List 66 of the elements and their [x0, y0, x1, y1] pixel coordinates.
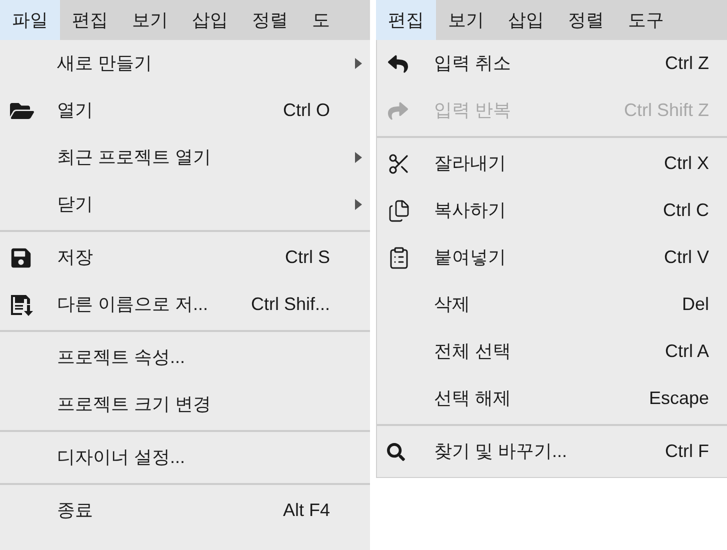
menu-item-label: 디자이너 설정... [57, 446, 186, 469]
menu-item-label: 종료 [57, 499, 93, 522]
redo-icon [387, 100, 409, 120]
menu-item[interactable]: 삭제 Del [377, 281, 727, 328]
menu-bar-item[interactable]: 보기 [120, 0, 180, 40]
menu-item-label: 저장 [57, 246, 93, 269]
menu-item-label: 최근 프로젝트 열기 [57, 146, 212, 169]
menu-item-label: 닫기 [57, 193, 93, 216]
shortcut-label: Del [682, 293, 709, 316]
menu-item[interactable]: 프로젝트 크기 변경 [0, 381, 370, 428]
menu-item[interactable]: 다른 이름으로 저... Ctrl Shif... [0, 281, 370, 328]
shortcut-label: Ctrl Shift Z [624, 99, 709, 122]
shortcut-label: Ctrl F [665, 440, 709, 463]
menu-item-label: 복사하기 [434, 199, 506, 222]
menu-item[interactable]: 종료 Alt F4 [0, 487, 370, 534]
menu-bar-item[interactable]: 도구 [616, 0, 676, 40]
menu-item-label: 선택 해제 [434, 387, 512, 410]
menu-item[interactable]: 저장 Ctrl S [0, 234, 370, 281]
shortcut-label: Ctrl V [664, 246, 709, 269]
menu-item-label: 잘라내기 [434, 152, 506, 175]
shortcut-label: Ctrl A [664, 340, 709, 363]
shortcut-label: Ctrl Z [665, 52, 709, 75]
undo-icon [387, 54, 409, 74]
menu-bar-item[interactable]: 보기 [436, 0, 496, 40]
shortcut-label: Ctrl Shif... [250, 293, 330, 316]
shortcut-label: Ctrl C [663, 199, 709, 222]
menu-item[interactable]: 열기 Ctrl O [0, 87, 370, 134]
shortcut-label: Ctrl X [664, 152, 709, 175]
menu-bar-item[interactable]: 삽입 [180, 0, 240, 40]
menu-bar-item[interactable]: 삽입 [496, 0, 556, 40]
shortcut-label: Alt F4 [282, 499, 330, 522]
menu-item[interactable]: 디자이너 설정... [0, 434, 370, 481]
menu-item[interactable]: 복사하기 Ctrl C [377, 187, 727, 234]
menu-bar-item[interactable]: 도 [300, 0, 342, 40]
menu-item[interactable]: 입력 취소 Ctrl Z [377, 40, 727, 87]
menu-item-label: 찾기 및 바꾸기... [434, 440, 568, 463]
menu-item-label: 다른 이름으로 저... [57, 293, 208, 316]
shortcut-label: Escape [648, 387, 709, 410]
shortcut-label: Ctrl S [285, 246, 330, 269]
menu-item[interactable]: 선택 해제 Escape [377, 375, 727, 422]
menu-item-label: 프로젝트 크기 변경 [57, 393, 212, 416]
shortcut-label: Ctrl O [283, 99, 330, 122]
menu-item[interactable]: 새로 만들기 [0, 40, 370, 87]
menu-item[interactable]: 붙여넣기 Ctrl V [377, 234, 727, 281]
menu-bar-item[interactable]: 편집 [376, 0, 436, 40]
menu-bar-item[interactable]: 정렬 [240, 0, 300, 40]
menu-item[interactable]: 찾기 및 바꾸기... Ctrl F [377, 428, 727, 475]
menu-item[interactable]: 닫기 [0, 181, 370, 228]
menu-item-label: 새로 만들기 [57, 52, 152, 75]
menu-item[interactable]: 전체 선택 Ctrl A [377, 328, 727, 375]
menu-item-label: 입력 반복 [434, 99, 512, 122]
menu-item[interactable]: 최근 프로젝트 열기 [0, 134, 370, 181]
menu-item[interactable]: 잘라내기 Ctrl X [377, 140, 727, 187]
copy-icon [387, 198, 411, 222]
menu-item-label: 삭제 [434, 293, 470, 316]
menu-bar-item[interactable]: 편집 [60, 0, 120, 40]
menu-item-label: 전체 선택 [434, 340, 512, 363]
search-icon [387, 442, 405, 460]
menu-item-label: 입력 취소 [434, 52, 512, 75]
menu-item-label: 프로젝트 속성... [57, 346, 186, 369]
floppy-disk-arrow-icon [10, 294, 36, 316]
menu-item-label: 열기 [57, 99, 93, 122]
menu-item[interactable]: 프로젝트 속성... [0, 334, 370, 381]
menu-bar-item[interactable]: 정렬 [556, 0, 616, 40]
menu-item-label: 붙여넣기 [434, 246, 506, 269]
menu-bar-item[interactable]: 파일 [0, 0, 60, 40]
